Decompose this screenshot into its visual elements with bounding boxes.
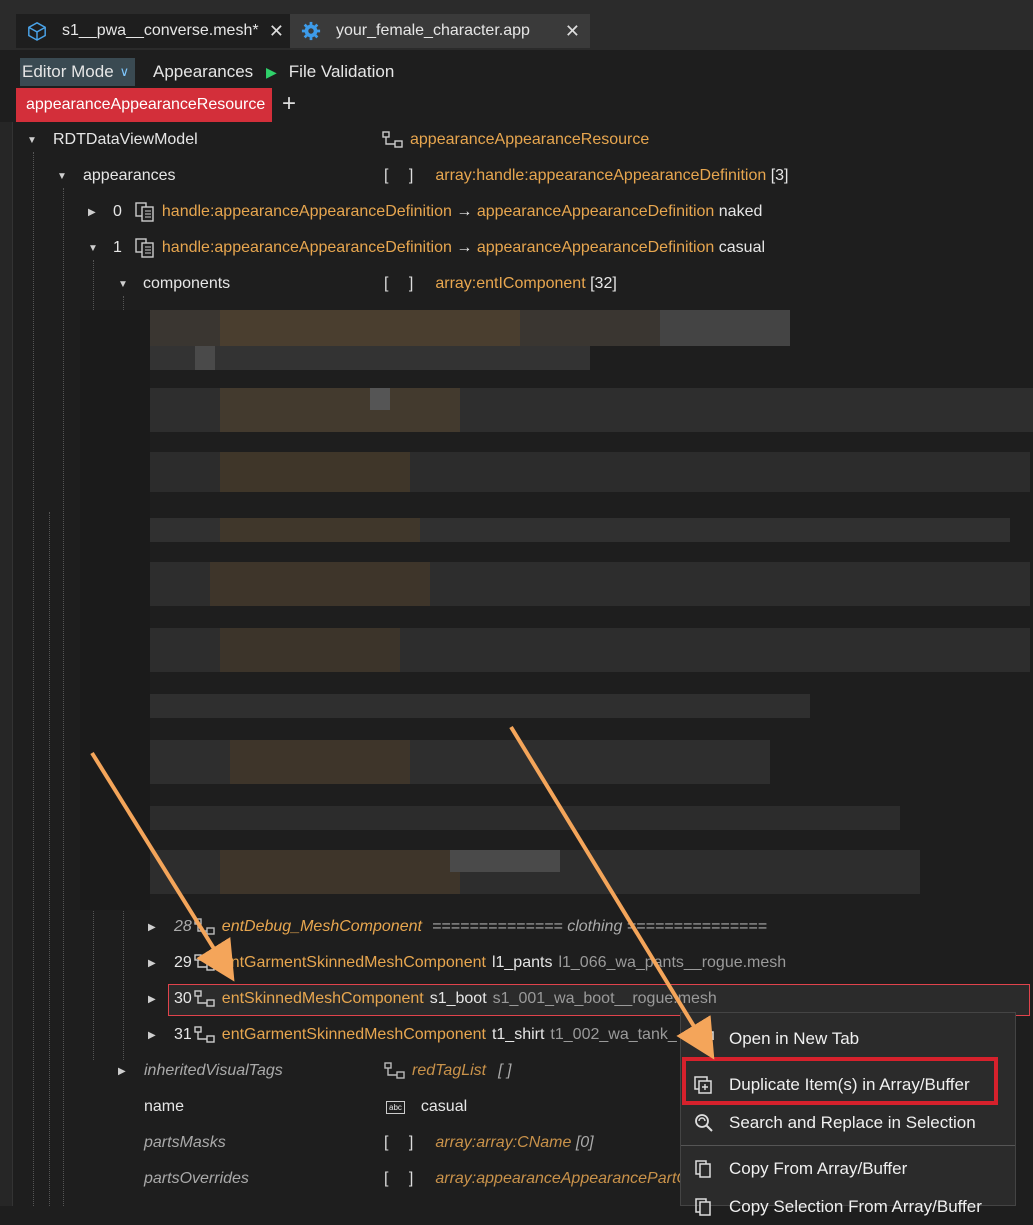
annotation-arrows	[90, 725, 715, 1060]
annotation-arrow	[509, 725, 715, 1060]
annotation-arrow	[90, 751, 235, 982]
